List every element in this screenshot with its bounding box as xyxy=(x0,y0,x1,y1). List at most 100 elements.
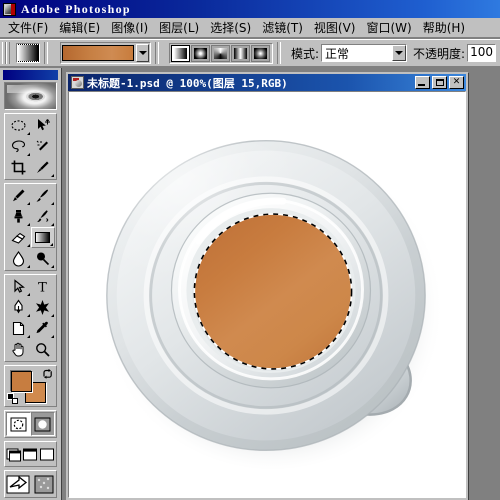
menu-view[interactable]: 视图(V) xyxy=(309,18,361,37)
tool-more-triangle-icon xyxy=(26,265,30,268)
menubar: 文件(F) 编辑(E) 图像(I) 图层(L) 选择(S) 滤镜(T) 视图(V… xyxy=(0,18,500,38)
swap-colors-icon[interactable] xyxy=(42,368,53,379)
custom-shape-tool-icon[interactable] xyxy=(31,297,56,318)
eyedropper-tool-icon[interactable] xyxy=(31,318,56,339)
close-button[interactable]: ✕ xyxy=(449,76,464,89)
jump-to-imageready-icon[interactable] xyxy=(6,472,30,496)
tool-more-triangle-icon xyxy=(51,174,54,177)
tool-more-triangle-icon xyxy=(26,153,30,156)
options-separator-2 xyxy=(155,42,159,64)
toolbox-titlebar[interactable] xyxy=(3,70,58,80)
notes-tool-icon[interactable] xyxy=(6,318,31,339)
standard-mask-mode-icon[interactable] xyxy=(6,412,31,436)
lasso-tool-icon[interactable] xyxy=(6,136,31,157)
menu-window[interactable]: 窗口(W) xyxy=(361,18,416,37)
paintbrush-tool-icon[interactable] xyxy=(31,185,56,206)
menu-layer[interactable]: 图层(L) xyxy=(154,18,204,37)
blend-mode-value: 正常 xyxy=(325,46,350,61)
maximize-button[interactable] xyxy=(432,76,447,89)
move-tool-icon[interactable] xyxy=(31,115,56,136)
healing-brush-tool-icon[interactable] xyxy=(6,185,31,206)
options-bar-drag-handle[interactable] xyxy=(2,42,10,64)
slice-tool-icon[interactable] xyxy=(31,157,56,178)
marquee-tool-icon[interactable] xyxy=(6,115,31,136)
foreground-color-swatch[interactable] xyxy=(11,371,32,392)
svg-text:T: T xyxy=(38,281,47,296)
clone-stamp-tool-icon[interactable] xyxy=(6,206,31,227)
menu-help[interactable]: 帮助(H) xyxy=(418,18,470,37)
menu-file[interactable]: 文件(F) xyxy=(3,18,53,37)
gradient-type-buttons xyxy=(169,42,273,64)
document-titlebar[interactable]: 未标题-1.psd @ 100%(图层 15,RGB) ✕ xyxy=(68,74,466,91)
toolbox-group-selection xyxy=(4,113,57,180)
imageready-preview-icon[interactable] xyxy=(32,472,55,496)
photoshop-application-window: Adobe Photoshop 文件(F) 编辑(E) 图像(I) 图层(L) … xyxy=(0,0,500,500)
pen-tool-icon[interactable] xyxy=(6,297,31,318)
toolbox-palette: T xyxy=(0,68,62,500)
zoom-tool-icon[interactable] xyxy=(31,339,56,360)
radial-gradient-button[interactable] xyxy=(191,44,210,62)
options-separator-3 xyxy=(277,42,281,64)
angle-gradient-button[interactable] xyxy=(211,44,230,62)
blend-mode-select[interactable]: 正常 xyxy=(321,44,408,62)
opacity-label: 不透明度: xyxy=(413,46,466,61)
default-colors-icon[interactable] xyxy=(7,393,18,404)
jump-buttons xyxy=(4,470,57,498)
tool-more-triangle-icon xyxy=(51,314,54,317)
document-canvas[interactable] xyxy=(68,91,466,498)
gradient-tool-icon[interactable] xyxy=(30,227,55,248)
chevron-down-icon xyxy=(395,51,404,55)
blend-mode-dropdown-button[interactable] xyxy=(392,45,407,61)
crop-tool-icon[interactable] xyxy=(6,157,31,178)
tool-more-triangle-icon xyxy=(26,314,30,317)
options-separator-1 xyxy=(44,42,48,64)
tool-more-triangle-icon xyxy=(51,202,54,205)
history-brush-tool-icon[interactable] xyxy=(31,206,56,227)
tool-options-bar: 模式: 正常 不透明度: 100 xyxy=(0,39,500,67)
photoshop-eye-logo-icon xyxy=(4,82,57,110)
minimize-button[interactable] xyxy=(415,76,430,89)
path-selection-tool-icon[interactable] xyxy=(6,276,31,297)
application-title: Adobe Photoshop xyxy=(21,1,131,16)
hand-tool-icon[interactable] xyxy=(6,339,31,360)
current-tool-preview-icon[interactable] xyxy=(16,43,40,63)
magic-wand-tool-icon[interactable] xyxy=(31,136,56,157)
document-title: 未标题-1.psd @ 100%(图层 15,RGB) xyxy=(87,76,288,90)
standard-screen-mode-icon[interactable] xyxy=(6,443,22,465)
chevron-down-icon xyxy=(138,51,147,55)
application-workspace-background xyxy=(468,68,500,500)
quick-mask-mode-icon[interactable] xyxy=(30,412,55,436)
document-window-buttons: ✕ xyxy=(415,76,465,89)
linear-gradient-button[interactable] xyxy=(171,44,190,62)
mask-mode-buttons xyxy=(4,410,57,438)
menu-select[interactable]: 选择(S) xyxy=(205,18,256,37)
blend-mode-label: 模式: xyxy=(291,46,320,61)
tool-more-triangle-icon xyxy=(26,202,30,205)
toolbox-group-paint xyxy=(4,183,57,271)
gradient-preset-picker[interactable] xyxy=(60,42,151,64)
full-screen-menubar-mode-icon[interactable] xyxy=(22,443,38,465)
gradient-preset-dropdown-button[interactable] xyxy=(136,44,149,62)
tool-more-triangle-icon xyxy=(26,223,30,226)
screen-mode-buttons xyxy=(4,441,57,467)
reflected-gradient-button[interactable] xyxy=(231,44,250,62)
full-screen-mode-icon[interactable] xyxy=(39,443,55,465)
tool-more-triangle-icon xyxy=(26,293,30,296)
menu-edit[interactable]: 编辑(E) xyxy=(54,18,105,37)
tool-more-triangle-icon xyxy=(26,335,30,338)
document-window: 未标题-1.psd @ 100%(图层 15,RGB) ✕ xyxy=(66,72,468,500)
blur-tool-icon[interactable] xyxy=(6,248,31,269)
tool-more-triangle-icon xyxy=(51,265,54,268)
menu-image[interactable]: 图像(I) xyxy=(106,18,153,37)
tool-more-triangle-icon xyxy=(51,223,54,226)
tool-more-triangle-icon xyxy=(26,132,30,135)
eraser-tool-icon[interactable] xyxy=(6,227,31,248)
dodge-tool-icon[interactable] xyxy=(31,248,56,269)
tool-more-triangle-icon xyxy=(50,243,53,246)
gradient-preview-swatch[interactable] xyxy=(62,45,134,61)
opacity-input[interactable]: 100 xyxy=(467,44,496,62)
coffee-cup-artwork xyxy=(69,92,465,497)
menu-filter[interactable]: 滤镜(T) xyxy=(257,18,308,37)
diamond-gradient-button[interactable] xyxy=(251,44,270,62)
type-tool-icon[interactable]: T xyxy=(31,276,56,297)
